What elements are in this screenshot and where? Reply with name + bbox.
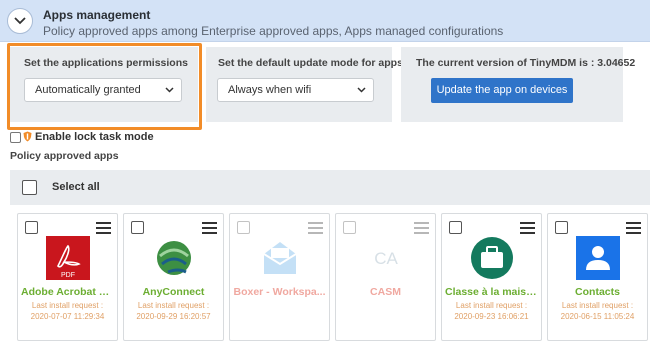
hamburger-menu-icon[interactable] bbox=[626, 222, 641, 234]
app-card[interactable]: CA CASM bbox=[335, 213, 436, 341]
hamburger-menu-icon[interactable] bbox=[202, 222, 217, 234]
last-install-label: Last install request : bbox=[137, 301, 210, 310]
select-all-bar: Select all bbox=[10, 170, 650, 205]
app-name: Classe à la maison bbox=[445, 286, 539, 298]
last-install-label: Last install request : bbox=[455, 301, 528, 310]
app-card[interactable]: Classe à la maison Last install request … bbox=[441, 213, 542, 341]
version-label: The current version of TinyMDM is : 3.04… bbox=[416, 57, 636, 69]
chevron-down-icon bbox=[14, 17, 26, 25]
last-install-date: 2020-09-23 16:06:21 bbox=[454, 312, 529, 321]
app-install-meta: Last install request : 2020-07-07 11:29:… bbox=[18, 300, 117, 322]
app-card[interactable]: AnyConnect Last install request : 2020-0… bbox=[123, 213, 224, 341]
chevron-down-icon bbox=[357, 87, 366, 93]
select-all-checkbox[interactable] bbox=[22, 180, 37, 195]
app-card[interactable]: Contacts Last install request : 2020-06-… bbox=[547, 213, 648, 341]
app-checkbox[interactable] bbox=[131, 221, 144, 234]
policy-approved-apps-label: Policy approved apps bbox=[10, 150, 119, 162]
last-install-label: Last install request : bbox=[561, 301, 634, 310]
adobe-pdf-icon: PDF bbox=[46, 236, 90, 280]
update-mode-label: Set the default update mode for apps bbox=[218, 57, 403, 69]
app-name: Boxer - Workspa... bbox=[233, 286, 326, 298]
update-app-button[interactable]: Update the app on devices bbox=[431, 78, 573, 103]
lock-task-checkbox[interactable] bbox=[10, 132, 21, 143]
app-checkbox[interactable] bbox=[25, 221, 38, 234]
last-install-label: Last install request : bbox=[31, 301, 104, 310]
update-mode-panel: Set the default update mode for apps Alw… bbox=[206, 47, 403, 122]
app-checkbox[interactable] bbox=[237, 221, 250, 234]
section-title: Apps management bbox=[43, 8, 151, 22]
update-mode-select[interactable]: Always when wifi bbox=[217, 78, 374, 102]
anyconnect-icon bbox=[157, 241, 191, 275]
hamburger-menu-icon[interactable] bbox=[96, 222, 111, 234]
lock-task-label: Enable lock task mode bbox=[35, 131, 154, 143]
app-install-meta: Last install request : 2020-09-23 16:06:… bbox=[442, 300, 541, 322]
app-install-meta: Last install request : 2020-09-29 16:20:… bbox=[124, 300, 223, 322]
permissions-highlight-outline bbox=[7, 43, 202, 130]
boxer-mail-icon bbox=[263, 242, 297, 274]
last-install-date: 2020-06-15 11:05:24 bbox=[560, 312, 635, 321]
svg-text:PDF: PDF bbox=[61, 272, 75, 279]
briefcase-icon bbox=[471, 237, 513, 279]
apps-management-header[interactable]: Apps management Policy approved apps amo… bbox=[0, 0, 650, 42]
svg-text:CA: CA bbox=[374, 249, 398, 268]
contacts-icon bbox=[576, 236, 620, 280]
hamburger-menu-icon[interactable] bbox=[308, 222, 323, 234]
section-subtitle: Policy approved apps among Enterprise ap… bbox=[43, 24, 504, 38]
app-checkbox[interactable] bbox=[449, 221, 462, 234]
hamburger-menu-icon[interactable] bbox=[520, 222, 535, 234]
app-name: AnyConnect bbox=[142, 286, 205, 298]
update-mode-select-value: Always when wifi bbox=[228, 84, 312, 96]
select-all-label: Select all bbox=[52, 181, 100, 193]
casm-icon: CA bbox=[374, 249, 398, 268]
app-checkbox[interactable] bbox=[555, 221, 568, 234]
app-install-meta: Last install request : 2020-06-15 11:05:… bbox=[548, 300, 647, 322]
app-name: Adobe Acrobat R... bbox=[21, 286, 116, 298]
hamburger-menu-icon[interactable] bbox=[414, 222, 429, 234]
last-install-date: 2020-07-07 11:29:34 bbox=[30, 312, 105, 321]
collapse-toggle-button[interactable] bbox=[7, 8, 33, 34]
app-name: Contacts bbox=[575, 286, 620, 298]
app-name: CASM bbox=[370, 286, 401, 298]
last-install-date: 2020-09-29 16:20:57 bbox=[136, 312, 211, 321]
version-panel: The current version of TinyMDM is : 3.04… bbox=[401, 47, 635, 122]
app-checkbox[interactable] bbox=[343, 221, 356, 234]
app-card[interactable]: Boxer - Workspa... bbox=[229, 213, 330, 341]
shield-icon bbox=[23, 131, 32, 142]
app-card[interactable]: PDF Adobe Acrobat R... Last install requ… bbox=[17, 213, 118, 341]
apps-management-page: Apps management Policy approved apps amo… bbox=[0, 0, 650, 345]
